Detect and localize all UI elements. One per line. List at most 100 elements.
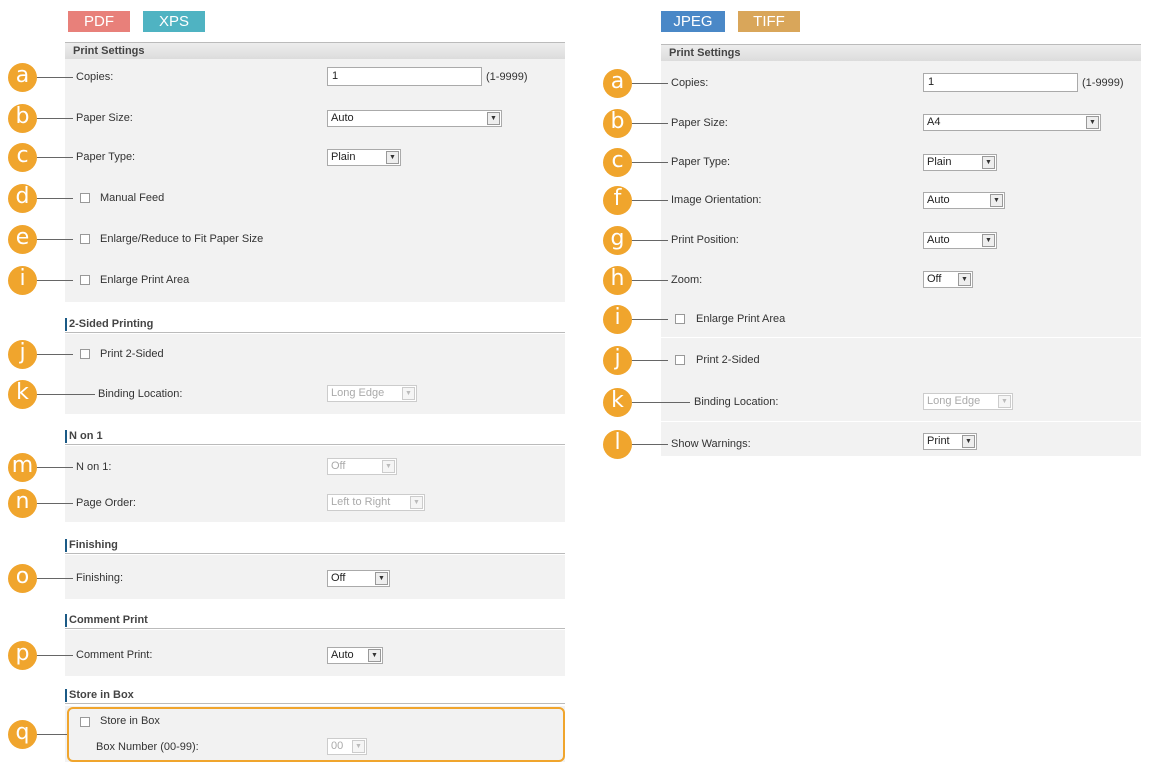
enlarge-print-area-label: Enlarge Print Area bbox=[100, 274, 190, 286]
paper-type-label: Paper Type: bbox=[671, 156, 731, 168]
enlarge-reduce-label: Enlarge/Reduce to Fit Paper Size bbox=[100, 233, 264, 245]
chevron-down-icon: ▼ bbox=[386, 151, 399, 164]
copies-range: (1-9999) bbox=[1082, 77, 1124, 89]
paper-size-label: Paper Size: bbox=[76, 112, 133, 124]
callout-a: a bbox=[8, 63, 37, 92]
finishing-panel bbox=[65, 555, 565, 599]
n-on-1-section-title: N on 1 bbox=[65, 428, 565, 445]
zoom-value: Off bbox=[927, 273, 942, 285]
leader-line bbox=[632, 200, 668, 201]
paper-type-select[interactable]: Plain ▼ bbox=[923, 154, 997, 171]
copies-label: Copies: bbox=[671, 77, 709, 89]
store-in-box-checkbox[interactable] bbox=[80, 717, 90, 727]
print-2-sided-label: Print 2-Sided bbox=[100, 348, 164, 360]
callout-c: c bbox=[8, 143, 37, 172]
store-in-box-label: Store in Box bbox=[100, 715, 160, 727]
print-2-sided-checkbox[interactable] bbox=[80, 349, 90, 359]
leader-line bbox=[37, 354, 73, 355]
manual-feed-checkbox[interactable] bbox=[80, 193, 90, 203]
callout-e: e bbox=[8, 225, 37, 254]
n-on-1-label: N on 1: bbox=[76, 461, 112, 473]
chevron-down-icon: ▼ bbox=[962, 435, 975, 448]
paper-size-label: Paper Size: bbox=[671, 117, 728, 129]
print-settings-header: Print Settings bbox=[65, 42, 565, 59]
chevron-down-icon: ▼ bbox=[402, 387, 415, 400]
manual-feed-label: Manual Feed bbox=[100, 192, 165, 204]
n-on-1-panel bbox=[65, 446, 565, 522]
leader-line bbox=[632, 123, 668, 124]
panel-divider bbox=[661, 337, 1141, 338]
copies-input[interactable]: 1 bbox=[923, 73, 1078, 92]
tab-tiff[interactable]: TIFF bbox=[738, 11, 800, 32]
paper-type-select[interactable]: Plain ▼ bbox=[327, 149, 401, 166]
callout-b: b bbox=[8, 104, 37, 133]
show-warnings-select[interactable]: Print ▼ bbox=[923, 433, 977, 450]
enlarge-print-area-checkbox[interactable] bbox=[675, 314, 685, 324]
paper-type-value: Plain bbox=[331, 151, 356, 163]
callout-j: j bbox=[603, 346, 632, 375]
leader-line bbox=[37, 118, 73, 119]
enlarge-reduce-checkbox[interactable] bbox=[80, 234, 90, 244]
callout-p: p bbox=[8, 641, 37, 670]
callout-k: k bbox=[603, 388, 632, 417]
print-position-select[interactable]: Auto ▼ bbox=[923, 232, 997, 249]
comment-print-select[interactable]: Auto ▼ bbox=[327, 647, 383, 664]
store-in-box-section-title: Store in Box bbox=[65, 687, 565, 704]
zoom-select[interactable]: Off ▼ bbox=[923, 271, 973, 288]
chevron-down-icon: ▼ bbox=[998, 395, 1011, 408]
callout-l: l bbox=[603, 430, 632, 459]
image-orientation-select[interactable]: Auto ▼ bbox=[923, 192, 1005, 209]
print-position-label: Print Position: bbox=[671, 234, 739, 246]
page-order-label: Page Order: bbox=[76, 497, 136, 509]
box-number-select[interactable]: 00 ▼ bbox=[327, 738, 367, 755]
paper-size-value: A4 bbox=[927, 116, 941, 128]
comment-print-label: Comment Print: bbox=[76, 649, 153, 661]
leader-line bbox=[37, 157, 73, 158]
leader-line bbox=[37, 578, 73, 579]
finishing-select[interactable]: Off ▼ bbox=[327, 570, 390, 587]
box-number-label: Box Number (00-99): bbox=[96, 741, 199, 753]
callout-j: j bbox=[8, 340, 37, 369]
chevron-down-icon: ▼ bbox=[487, 112, 500, 125]
tab-jpeg[interactable]: JPEG bbox=[661, 11, 725, 32]
binding-location-select[interactable]: Long Edge ▼ bbox=[327, 385, 417, 402]
paper-size-select[interactable]: Auto ▼ bbox=[327, 110, 502, 127]
finishing-value: Off bbox=[331, 572, 346, 584]
leader-line bbox=[632, 402, 690, 403]
page-order-value: Left to Right bbox=[331, 496, 391, 508]
print-position-value: Auto bbox=[927, 234, 950, 246]
callout-m: m bbox=[8, 453, 37, 482]
binding-location-value: Long Edge bbox=[927, 395, 981, 407]
n-on-1-select[interactable]: Off ▼ bbox=[327, 458, 397, 475]
enlarge-print-area-label: Enlarge Print Area bbox=[696, 313, 786, 325]
paper-size-value: Auto bbox=[331, 112, 354, 124]
n-on-1-value: Off bbox=[331, 460, 346, 472]
chevron-down-icon: ▼ bbox=[382, 460, 395, 473]
leader-line bbox=[37, 655, 73, 656]
tab-pdf[interactable]: PDF bbox=[68, 11, 130, 32]
leader-line bbox=[37, 394, 95, 395]
binding-location-label: Binding Location: bbox=[98, 388, 183, 400]
two-sided-panel bbox=[65, 334, 565, 414]
print-settings-header-right: Print Settings bbox=[661, 44, 1141, 61]
print-2-sided-checkbox[interactable] bbox=[675, 355, 685, 365]
enlarge-print-area-checkbox[interactable] bbox=[80, 275, 90, 285]
binding-location-label: Binding Location: bbox=[694, 396, 779, 408]
panel-divider bbox=[661, 421, 1141, 422]
callout-g: g bbox=[603, 226, 632, 255]
chevron-down-icon: ▼ bbox=[958, 273, 971, 286]
callout-f: f bbox=[603, 186, 632, 215]
box-number-value: 00 bbox=[331, 740, 344, 752]
page-order-select[interactable]: Left to Right ▼ bbox=[327, 494, 425, 511]
binding-location-value: Long Edge bbox=[331, 387, 385, 399]
copies-label: Copies: bbox=[76, 71, 114, 83]
leader-line bbox=[632, 319, 668, 320]
tab-xps[interactable]: XPS bbox=[143, 11, 205, 32]
binding-location-select[interactable]: Long Edge ▼ bbox=[923, 393, 1013, 410]
paper-size-select[interactable]: A4 ▼ bbox=[923, 114, 1101, 131]
copies-input[interactable]: 1 bbox=[327, 67, 482, 86]
leader-line bbox=[632, 83, 668, 84]
leader-line bbox=[37, 77, 73, 78]
leader-line bbox=[632, 444, 668, 445]
chevron-down-icon: ▼ bbox=[982, 234, 995, 247]
